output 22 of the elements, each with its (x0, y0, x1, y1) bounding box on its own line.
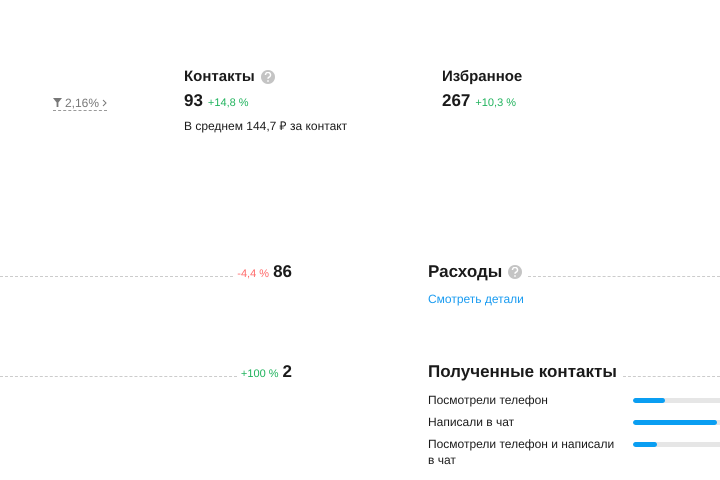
section-title: Расходы (428, 262, 502, 282)
row-value: 86 (273, 262, 292, 282)
help-icon[interactable] (260, 70, 275, 84)
conversion-link[interactable]: 2,16% (53, 96, 108, 110)
contact-type-label: Посмотрели телефон и написали в чат (428, 436, 616, 468)
metric-value: 93 (184, 91, 203, 111)
metric-title: Контакты (184, 68, 255, 85)
row-change: +100 % (240, 368, 279, 380)
help-icon[interactable] (508, 265, 522, 279)
row-value: 2 (282, 362, 292, 382)
metric-change: +14,8 % (208, 97, 249, 109)
section-title: Полученные контакты (428, 362, 617, 382)
metric-title: Избранное (442, 68, 522, 85)
chevron-icon (102, 98, 108, 106)
contact-type-label: Написали в чат (428, 414, 516, 430)
details-link[interactable]: Смотреть детали (428, 292, 524, 306)
metric-change: +10,3 % (475, 97, 516, 109)
metric-value: 267 (442, 91, 470, 111)
metric-note: В среднем 144,7 ₽ за контакт (184, 118, 348, 134)
contact-type-label: Посмотрели телефон (428, 392, 549, 408)
filter-icon (53, 98, 62, 107)
row-change: -4,4 % (237, 268, 270, 280)
